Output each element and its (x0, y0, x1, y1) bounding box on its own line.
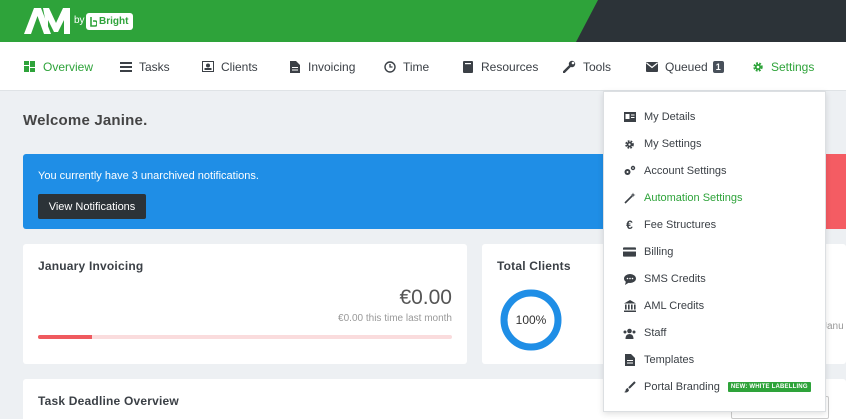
dropdown-label: Account Settings (644, 165, 727, 177)
list-icon (119, 60, 132, 73)
nav-settings[interactable]: Settings (751, 42, 814, 91)
nav-tools[interactable]: Tools (563, 42, 611, 91)
dropdown-item-account-settings[interactable]: Account Settings (623, 161, 727, 181)
book-icon (461, 60, 474, 73)
alert-stub (826, 154, 846, 229)
dropdown-label: AML Credits (644, 300, 705, 312)
nav-tasks[interactable]: Tasks (119, 42, 170, 91)
users-icon (623, 327, 636, 340)
dropdown-label: Portal Branding (644, 381, 720, 393)
id-card-icon (201, 60, 214, 73)
nav-label: Tools (583, 59, 612, 74)
nav-time[interactable]: Time (383, 42, 429, 91)
main-nav: Overview Tasks Clients Invoicing Time Re… (0, 42, 846, 91)
invoicing-title: January Invoicing (38, 259, 144, 273)
invoicing-card: January Invoicing €0.00 €0.00 this time … (23, 244, 467, 364)
nav-label: Settings (771, 59, 815, 74)
gears-icon (623, 165, 636, 178)
nav-label: Overview (43, 59, 94, 74)
paintbrush-icon (623, 381, 636, 394)
document-icon (288, 60, 301, 73)
nav-label: Resources (481, 59, 539, 74)
dropdown-label: Fee Structures (644, 219, 717, 231)
dropdown-label: My Details (644, 111, 696, 123)
dropdown-item-aml-credits[interactable]: AML Credits (623, 296, 704, 316)
invoicing-progress-bar (38, 335, 452, 339)
nav-label: Time (403, 59, 430, 74)
invoicing-amount: €0.00 (399, 286, 452, 309)
top-header: by Bright (0, 0, 846, 42)
dropdown-label: Billing (644, 246, 674, 258)
queued-count-badge: 1 (712, 60, 724, 73)
envelope-icon (645, 60, 658, 73)
dropdown-item-my-settings[interactable]: My Settings (623, 134, 701, 154)
dropdown-item-fee-structures[interactable]: € Fee Structures (623, 215, 716, 235)
credit-card-icon (623, 246, 636, 259)
task-deadline-title: Task Deadline Overview (38, 394, 179, 408)
magic-wand-icon (623, 192, 636, 205)
nav-label: Clients (221, 59, 258, 74)
total-clients-title: Total Clients (497, 259, 571, 273)
invoicing-comparison: €0.00 this time last month (338, 313, 452, 324)
dropdown-item-staff[interactable]: Staff (623, 323, 666, 343)
dropdown-item-my-details[interactable]: My Details (623, 107, 695, 127)
dropdown-label: Staff (644, 327, 667, 339)
wrench-icon (563, 60, 576, 73)
settings-dropdown: My Details My Settings Account Settings … (603, 91, 826, 412)
dropdown-item-automation-settings[interactable]: Automation Settings (623, 188, 742, 208)
bright-label: Bright (99, 16, 129, 27)
id-card-icon (623, 111, 636, 124)
brand-logo[interactable] (24, 8, 70, 34)
dropdown-label: SMS Credits (644, 273, 706, 285)
nav-invoicing[interactable]: Invoicing (288, 42, 355, 91)
view-notifications-button[interactable]: View Notifications (38, 194, 146, 219)
dropdown-label: Automation Settings (644, 192, 743, 204)
dropdown-label: My Settings (644, 138, 702, 150)
dropdown-item-sms-credits[interactable]: SMS Credits (623, 269, 706, 289)
chat-bubble-icon (623, 273, 636, 286)
bright-logo: Bright (86, 13, 134, 30)
by-text: by (74, 15, 85, 26)
nav-overview[interactable]: Overview (23, 42, 93, 91)
nav-label: Tasks (139, 59, 170, 74)
nav-resources[interactable]: Resources (461, 42, 538, 91)
header-dark-band (576, 0, 846, 42)
file-icon (623, 354, 636, 367)
clients-percent-label: 100% (515, 313, 547, 327)
gear-icon (751, 60, 764, 73)
nav-label: Queued (665, 59, 708, 74)
gear-icon (623, 138, 636, 151)
welcome-heading: Welcome Janine. (23, 112, 148, 129)
nav-clients[interactable]: Clients (201, 42, 258, 91)
nav-label: Invoicing (308, 59, 356, 74)
grid-icon (23, 60, 36, 73)
clock-icon (383, 60, 396, 73)
euro-icon: € (626, 218, 633, 232)
dropdown-item-templates[interactable]: Templates (623, 350, 694, 370)
dropdown-item-billing[interactable]: Billing (623, 242, 673, 262)
nav-queued[interactable]: Queued 1 (645, 42, 724, 91)
notification-text: You currently have 3 unarchived notifica… (38, 170, 259, 182)
dropdown-label: Templates (644, 354, 695, 366)
bright-icon (90, 16, 97, 27)
invoicing-progress-fill (38, 335, 92, 339)
new-feature-tag: NEW: WHITE LABELLING (727, 382, 811, 392)
bank-icon (623, 300, 636, 313)
dropdown-item-portal-branding[interactable]: Portal Branding NEW: WHITE LABELLING (623, 377, 811, 397)
